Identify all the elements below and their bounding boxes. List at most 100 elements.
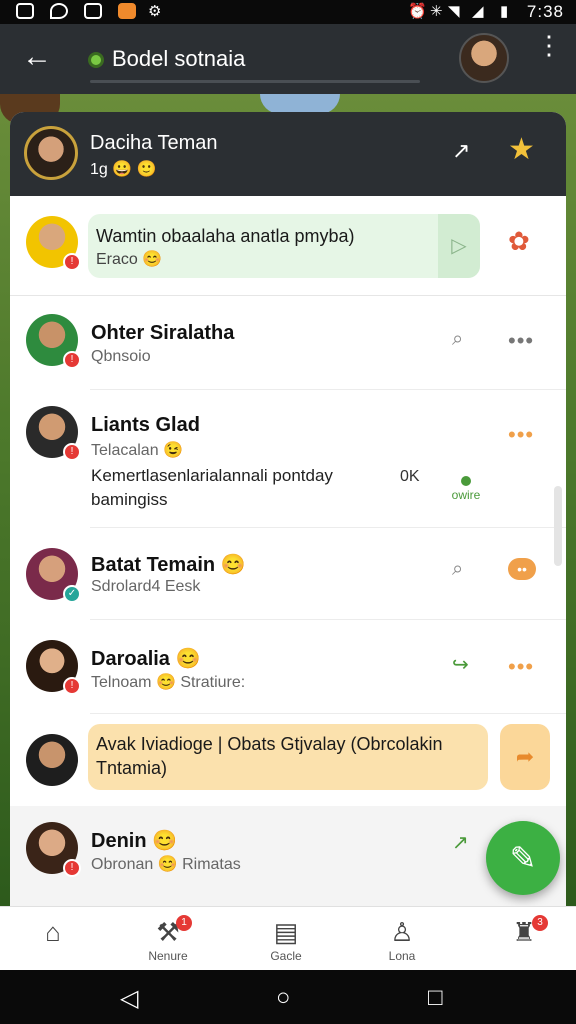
message-bubble[interactable]: Avak Iviadioge | Obats Gtjvalay (Obrcola… bbox=[88, 724, 488, 790]
more-horiz-icon[interactable]: ••• bbox=[508, 656, 534, 678]
send-icon[interactable]: ▷ bbox=[438, 214, 480, 278]
contact-status: Telnoam 😊 Stratiure: bbox=[91, 674, 246, 691]
list-item[interactable]: ! Ohter Siralatha Qbnsoio ⌕ ••• bbox=[10, 296, 566, 390]
bottom-nav: ⌂ ⚒ 1 Nenure ▤ Gacle ♙ Lona ♜ 3 bbox=[0, 906, 576, 970]
home-icon: ⌂ bbox=[45, 917, 61, 947]
emoji-icon: 😊 bbox=[175, 648, 201, 670]
online-status-icon bbox=[88, 52, 104, 68]
more-horiz-icon[interactable]: ••• bbox=[508, 330, 534, 352]
nav-messages[interactable]: ▤ Gacle bbox=[238, 907, 334, 971]
nav-badge: 3 bbox=[532, 915, 548, 931]
more-vert-icon[interactable]: ⋮ bbox=[536, 32, 562, 58]
signal-icon: ◢ bbox=[472, 3, 484, 20]
back-icon[interactable]: ◁ bbox=[120, 984, 138, 1013]
list-item[interactable]: ! Daroalia 😊 Telnoam 😊 Stratiure: ↪ ••• bbox=[10, 620, 566, 714]
emoji-icon: 😊 bbox=[142, 251, 163, 268]
avatar: ! bbox=[26, 314, 81, 369]
nav-tools[interactable]: ⚒ 1 Nenure bbox=[120, 907, 216, 971]
chat-list-card: Daciha Teman 1g 😀 🙂 ↗ ★ ! Wamtin obaalah… bbox=[10, 112, 566, 906]
ok-label: 0K bbox=[400, 468, 420, 485]
card-header[interactable]: Daciha Teman 1g 😀 🙂 ↗ ★ bbox=[10, 112, 566, 196]
bubble-text: Avak Iviadioge | Obats Gtjvalay (Obrcola… bbox=[96, 734, 443, 778]
contact-status: Telacalan 😉 bbox=[91, 442, 183, 459]
contact-name: Ohter Siralatha bbox=[91, 322, 235, 344]
nav-home[interactable]: ⌂ bbox=[5, 907, 101, 971]
title-underline bbox=[90, 80, 420, 83]
recents-icon[interactable]: □ bbox=[428, 984, 443, 1012]
list-item[interactable]: ! Wamtin obaalaha anatla pmyba) Eraco 😊 … bbox=[10, 196, 566, 296]
search-icon[interactable]: ⌕ bbox=[452, 558, 463, 581]
nav-badge: 1 bbox=[176, 915, 192, 931]
whatsapp-icon bbox=[16, 3, 34, 19]
badge-icon: ! bbox=[63, 859, 81, 877]
list-item[interactable]: ✓ Batat Temain 😊 Sdrolard4 Eesk ⌕ •• bbox=[10, 528, 566, 620]
contact-status: Qbnsoio bbox=[91, 348, 151, 365]
emoji-icon: 😊 bbox=[152, 830, 178, 852]
contact-name: Denin 😊 bbox=[91, 830, 178, 852]
emoji-icon: 😊 bbox=[155, 674, 176, 691]
app-bar: ← Bodel sotnaia ⋮ bbox=[0, 24, 576, 94]
location-icon bbox=[50, 3, 68, 19]
system-nav-bar: ◁ ○ □ bbox=[0, 970, 576, 1024]
list-item[interactable]: ! Liants Glad Telacalan 😉 Kemertlasenlar… bbox=[10, 390, 566, 528]
search-icon[interactable]: ⌕ bbox=[452, 328, 463, 351]
avatar: ! bbox=[26, 216, 81, 271]
trend-icon[interactable]: ↗ bbox=[452, 138, 470, 164]
badge-icon: ! bbox=[63, 253, 81, 271]
avatar: ! bbox=[26, 822, 81, 877]
status-time: 7:38 bbox=[526, 2, 564, 21]
header-name: Daciha Teman bbox=[90, 132, 218, 154]
emoji-icon: 😀 bbox=[112, 161, 133, 178]
emoji-icon: 😉 bbox=[163, 442, 183, 459]
forward-icon[interactable]: ➦ bbox=[500, 724, 550, 790]
avatar bbox=[26, 734, 78, 786]
scrollbar[interactable] bbox=[554, 486, 562, 566]
chat-title: Bodel sotnaia bbox=[112, 46, 246, 71]
compose-icon: ✎ bbox=[509, 840, 537, 876]
bubble-text: Wamtin obaalaha anatla pmyba) bbox=[96, 226, 355, 246]
compose-fab[interactable]: ✎ bbox=[486, 821, 560, 895]
nav-profile[interactable]: ♙ Lona bbox=[354, 907, 450, 971]
message-bubble[interactable]: Wamtin obaalaha anatla pmyba) Eraco 😊 ▷ bbox=[88, 214, 480, 278]
online-dot-icon bbox=[461, 476, 471, 486]
scene-decoration bbox=[260, 94, 340, 114]
nav-label: Lona bbox=[388, 949, 416, 963]
badge-icon: ! bbox=[63, 351, 81, 369]
battery-icon: ▮ bbox=[500, 3, 509, 20]
nav-notifications[interactable]: ♜ 3 bbox=[476, 907, 572, 971]
list-item[interactable]: Avak Iviadioge | Obats Gtjvalay (Obrcola… bbox=[10, 714, 566, 806]
profile-avatar[interactable] bbox=[459, 33, 509, 83]
contact-name: Batat Temain 😊 bbox=[91, 554, 246, 576]
alarm-icon: ⏰ bbox=[408, 3, 427, 20]
reply-icon[interactable]: ↗ bbox=[452, 830, 469, 855]
emoji-icon: 🙂 bbox=[136, 161, 157, 178]
badge-icon: ! bbox=[63, 443, 81, 461]
nav-label: Nenure bbox=[148, 949, 188, 963]
star-icon[interactable]: ★ bbox=[508, 132, 535, 167]
sticker-icon[interactable]: ✿ bbox=[508, 226, 530, 257]
person-icon: ♙ bbox=[390, 917, 414, 947]
image-icon bbox=[84, 3, 102, 19]
home-circle-icon[interactable]: ○ bbox=[276, 984, 291, 1012]
contact-status: Sdrolard4 Eesk bbox=[91, 578, 201, 595]
more-horiz-icon[interactable]: ••• bbox=[508, 424, 534, 446]
header-subtitle: 1g 😀 🙂 bbox=[90, 161, 157, 178]
wire-status: owire bbox=[448, 476, 484, 502]
avatar: ! bbox=[26, 640, 81, 695]
app-icon bbox=[118, 3, 136, 19]
chat-list: ! Wamtin obaalaha anatla pmyba) Eraco 😊 … bbox=[10, 196, 566, 906]
message-icon: ▤ bbox=[273, 917, 299, 947]
reply-icon[interactable]: ↪ bbox=[452, 652, 469, 677]
status-bar: ⚙ ⏰ ✳ ◥ ◢ ▮ 7:38 bbox=[0, 0, 576, 24]
more-pill-icon[interactable]: •• bbox=[508, 558, 536, 580]
contact-status: Obronan 😊 Rimatas bbox=[91, 856, 241, 873]
settings-icon: ⚙ bbox=[148, 3, 162, 20]
emoji-icon: 😊 bbox=[157, 856, 178, 873]
nav-label: Gacle bbox=[270, 949, 302, 963]
emoji-icon: 😊 bbox=[220, 554, 246, 576]
back-arrow-icon[interactable]: ← bbox=[22, 42, 52, 72]
badge-icon: ! bbox=[63, 677, 81, 695]
vibrate-icon: ✳ bbox=[430, 3, 443, 20]
contact-name: Daroalia 😊 bbox=[91, 648, 201, 670]
list-item[interactable]: ! Denin 😊 Obronan 😊 Rimatas ↗ bbox=[10, 806, 566, 906]
